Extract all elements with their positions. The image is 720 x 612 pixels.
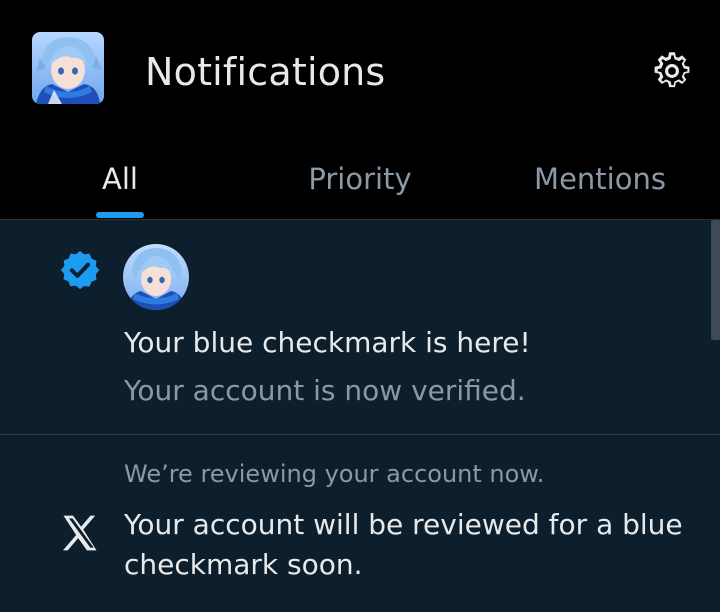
notifications-screen: Notifications All Priority Mentions Your… [0,0,720,612]
scrollbar[interactable] [711,220,720,340]
tab-mentions[interactable]: Mentions [480,140,720,218]
page-title: Notifications [145,50,386,94]
notification-subtitle: Your account is now verified. [124,374,526,407]
tab-priority[interactable]: Priority [240,140,480,218]
avatar-image [123,244,189,310]
profile-avatar[interactable] [32,32,104,104]
avatar-image [32,32,104,104]
settings-button[interactable] [645,44,699,98]
header: Notifications [0,0,720,140]
gear-icon [654,52,690,88]
notifications-list: Your blue checkmark is here! Your accoun… [0,220,720,612]
notification-body: Your account will be reviewed for a blue… [124,508,683,581]
tab-all[interactable]: All [0,140,240,218]
active-tab-indicator [96,212,144,218]
avatar[interactable] [123,244,189,310]
notification-title: Your blue checkmark is here! [124,326,531,359]
notification-item[interactable]: Your blue checkmark is here! Your accoun… [0,220,720,435]
notification-item[interactable]: We’re reviewing your account now. Your a… [0,435,720,612]
x-logo-icon [58,511,102,555]
notification-context: We’re reviewing your account now. [124,460,545,488]
verified-badge-icon [58,248,102,292]
notification-tabs: All Priority Mentions [0,140,720,220]
